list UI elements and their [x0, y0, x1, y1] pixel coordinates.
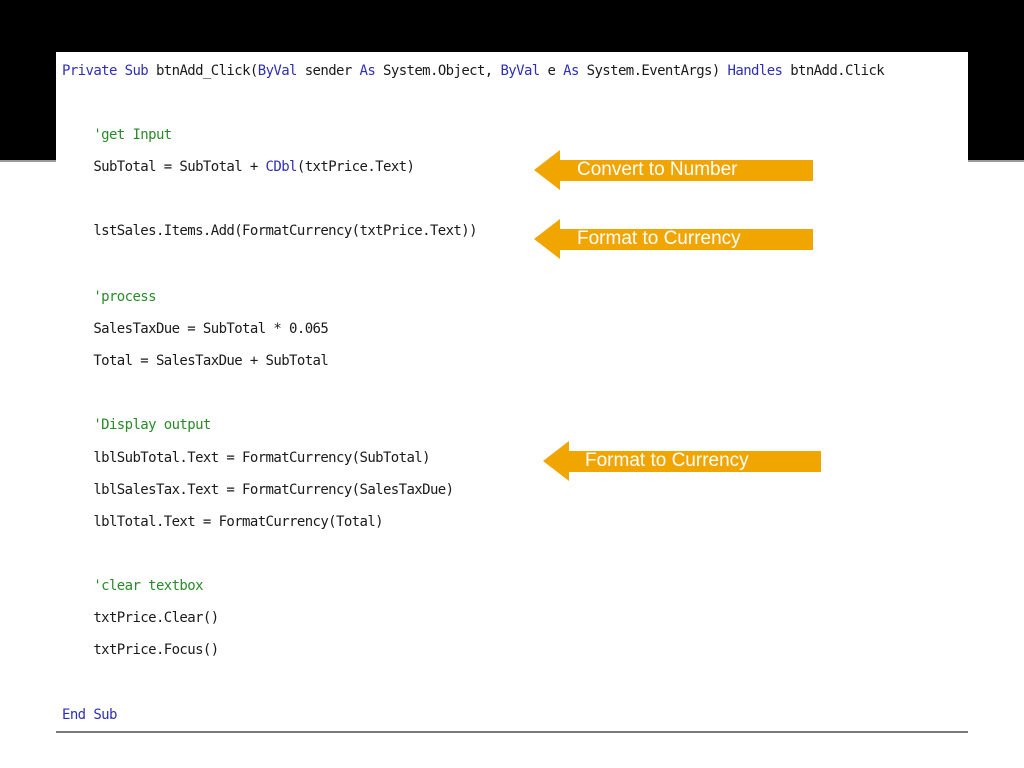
code-text: txtPrice.Clear()	[62, 610, 219, 626]
right-divider-line	[968, 160, 1024, 162]
code-line-salestaxdue: SalesTaxDue = SubTotal * 0.065	[62, 320, 328, 338]
code-text: txtPrice.Focus()	[62, 642, 219, 658]
code-keyword: As	[563, 63, 579, 79]
code-comment-text: 'process	[62, 289, 156, 305]
code-text: lblSalesTax.Text = FormatCurrency(SalesT…	[62, 482, 454, 498]
code-line-total: Total = SalesTaxDue + SubTotal	[62, 352, 328, 370]
code-line-lblsalestax: lblSalesTax.Text = FormatCurrency(SalesT…	[62, 481, 454, 499]
callout-convert-to-number: Convert to Number	[534, 150, 816, 190]
code-comment-text: 'get Input	[62, 127, 172, 143]
code-line-lblsubtotal: lblSubTotal.Text = FormatCurrency(SubTot…	[62, 449, 430, 467]
code-text: btnAdd.Click	[782, 63, 885, 79]
arrow-left-icon	[534, 219, 560, 259]
code-text: SalesTaxDue = SubTotal * 0.065	[62, 321, 329, 337]
code-keyword: ByVal	[500, 63, 540, 79]
callout-label: Convert to Number	[577, 159, 738, 180]
code-comment-process: 'process	[62, 288, 156, 306]
code-text: lblSubTotal.Text = FormatCurrency(SubTot…	[62, 450, 430, 466]
arrow-left-icon	[543, 441, 569, 481]
code-comment-get-input: 'get Input	[62, 126, 172, 144]
code-text: SubTotal = SubTotal +	[62, 159, 266, 175]
code-text: e	[539, 63, 564, 79]
code-line-subtotal: SubTotal = SubTotal + CDbl(txtPrice.Text…	[62, 158, 415, 176]
code-line-txtprice-focus: txtPrice.Focus()	[62, 641, 219, 659]
code-keyword: CDbl	[265, 159, 298, 175]
code-keyword: ByVal	[257, 63, 298, 79]
code-text: btnAdd_Click(	[148, 63, 258, 79]
code-text: Total = SalesTaxDue + SubTotal	[62, 353, 329, 369]
callout-label: Format to Currency	[577, 228, 741, 249]
bottom-divider-line	[56, 731, 968, 733]
code-text: sender	[296, 63, 360, 79]
code-screenshot-panel: Private Sub btnAdd_Click(ByVal sender As…	[56, 52, 968, 730]
code-keyword: As	[359, 63, 376, 79]
code-comment-text: 'clear textbox	[62, 578, 203, 594]
callout-label: Format to Currency	[585, 450, 749, 471]
code-comment-display-output: 'Display output	[62, 416, 211, 434]
code-comment-clear-textbox: 'clear textbox	[62, 577, 203, 595]
left-divider-line	[0, 160, 56, 162]
code-line-sub-declaration: Private Sub btnAdd_Click(ByVal sender As…	[62, 62, 885, 80]
code-comment-text: 'Display output	[62, 417, 211, 433]
code-text: System.EventArgs)	[578, 63, 728, 79]
code-keyword: End Sub	[62, 707, 117, 723]
code-line-lstsales-add: lstSales.Items.Add(FormatCurrency(txtPri…	[62, 222, 477, 240]
callout-format-currency-list: Format to Currency	[534, 219, 816, 259]
code-line-lbltotal: lblTotal.Text = FormatCurrency(Total)	[62, 513, 383, 531]
code-text: lblTotal.Text = FormatCurrency(Total)	[62, 514, 383, 530]
code-text: lstSales.Items.Add(FormatCurrency(txtPri…	[62, 223, 477, 239]
callout-format-currency-labels: Format to Currency	[543, 441, 823, 481]
code-keyword: Private Sub	[62, 63, 149, 79]
code-line-txtprice-clear: txtPrice.Clear()	[62, 609, 219, 627]
arrow-left-icon	[534, 150, 560, 190]
code-keyword: Handles	[727, 63, 783, 79]
code-text: (txtPrice.Text)	[296, 159, 415, 175]
code-text: System.Object,	[375, 63, 501, 79]
code-line-end-sub: End Sub	[62, 706, 117, 724]
